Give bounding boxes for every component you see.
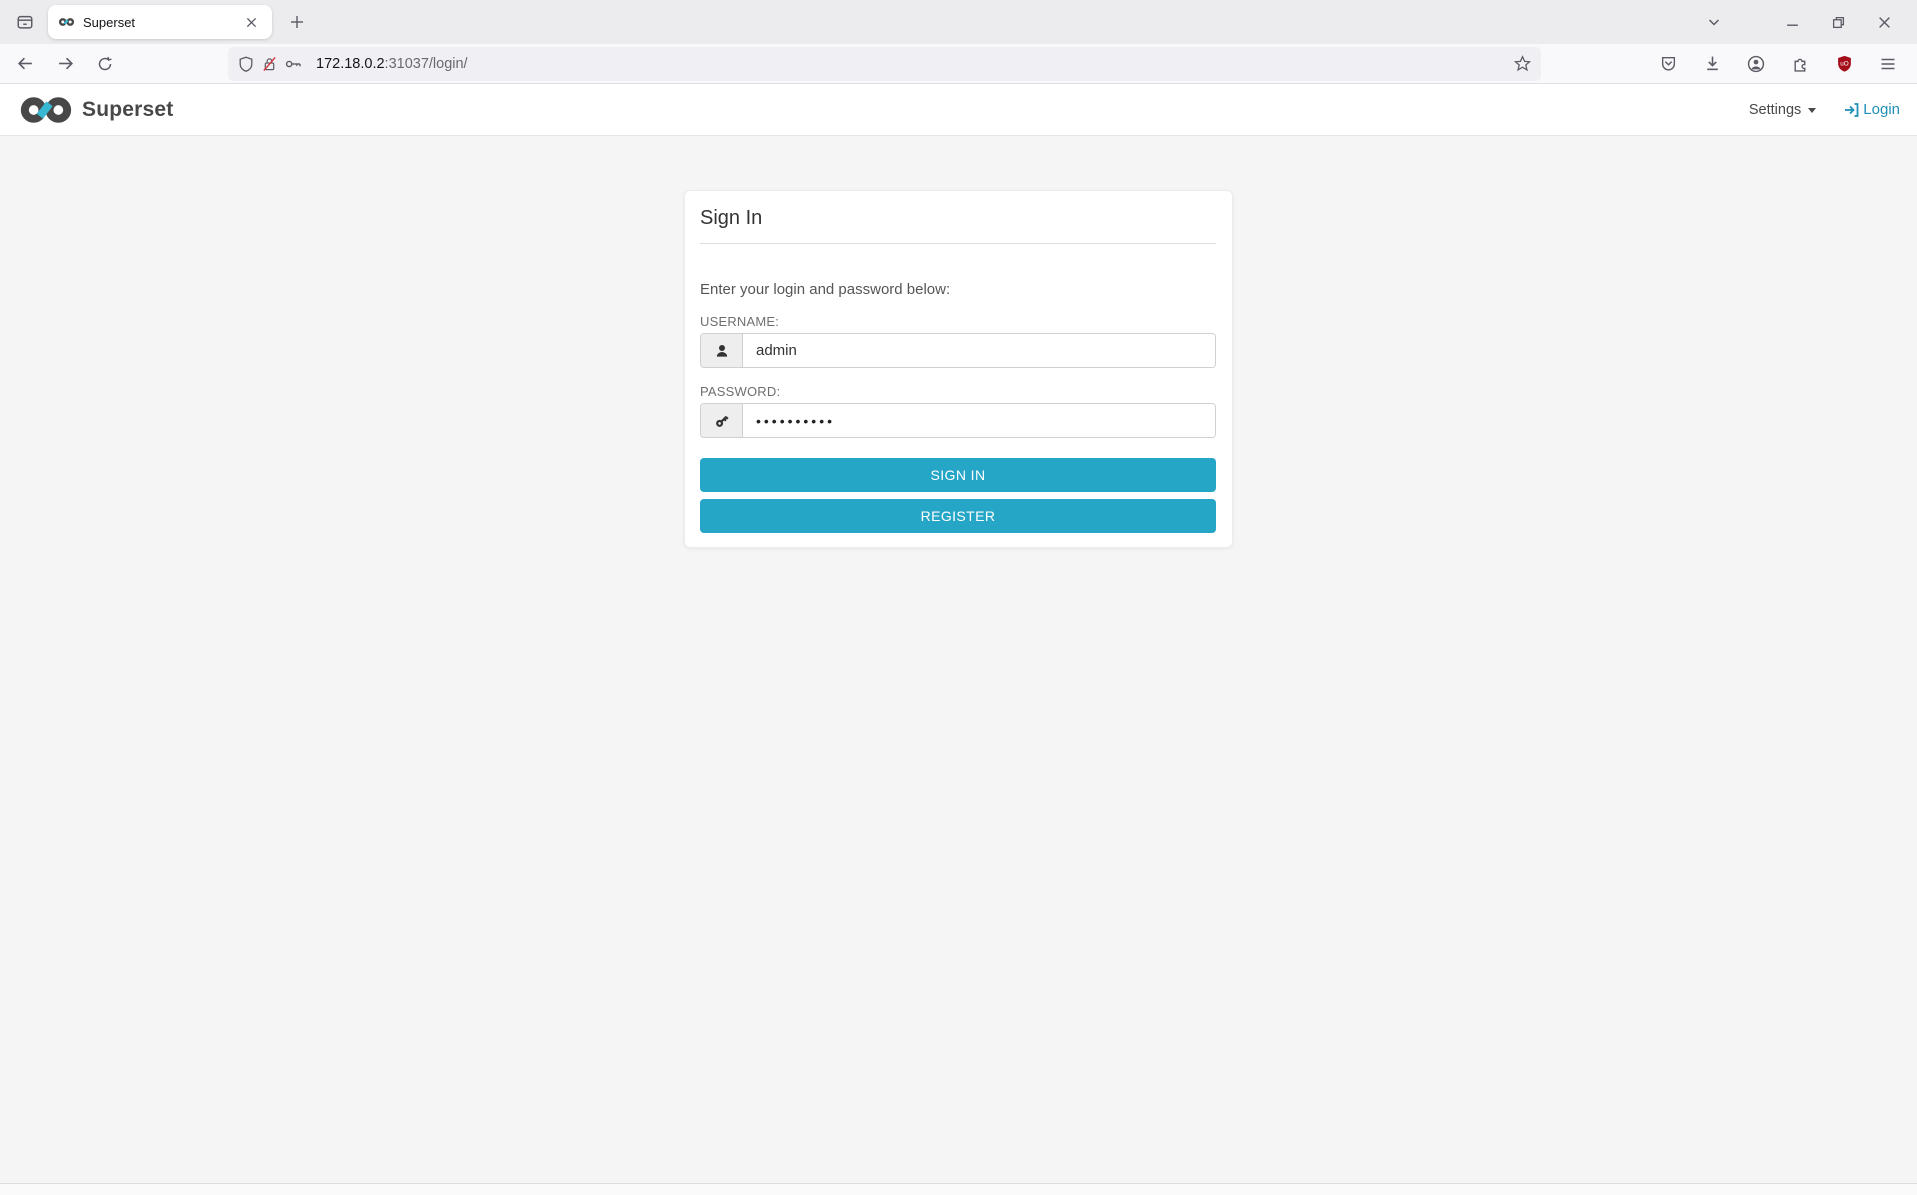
menu-hamburger-icon[interactable] xyxy=(1873,49,1903,79)
register-button[interactable]: REGISTER xyxy=(700,499,1216,533)
sign-in-arrow-icon xyxy=(1844,102,1861,118)
tracking-shield-icon[interactable] xyxy=(238,56,254,72)
new-tab-icon[interactable] xyxy=(282,7,312,37)
username-input[interactable] xyxy=(743,334,1215,367)
ublock-origin-icon[interactable]: uO xyxy=(1829,49,1859,79)
browser-tab-superset[interactable]: Superset xyxy=(48,5,272,39)
user-icon xyxy=(701,334,743,367)
window-restore-icon[interactable] xyxy=(1823,7,1853,37)
page-body: Sign In Enter your login and password be… xyxy=(0,136,1917,1195)
page-footer xyxy=(0,1183,1917,1195)
account-icon[interactable] xyxy=(1741,49,1771,79)
sign-in-button[interactable]: SIGN IN xyxy=(700,458,1216,492)
extensions-puzzle-icon[interactable] xyxy=(1785,49,1815,79)
key-icon xyxy=(701,404,743,437)
superset-infinity-icon xyxy=(17,95,75,125)
window-minimize-icon[interactable] xyxy=(1777,7,1807,37)
saved-password-key-icon[interactable] xyxy=(285,56,302,72)
chevron-down-icon xyxy=(1808,108,1816,113)
downloads-icon[interactable] xyxy=(1697,49,1727,79)
sign-in-instruction: Enter your login and password below: xyxy=(700,281,1216,298)
browser-window: Superset xyxy=(0,0,1917,1195)
brand-name: Superset xyxy=(82,98,173,122)
settings-menu[interactable]: Settings xyxy=(1749,102,1816,118)
url-text[interactable]: 172.18.0.2:31037/login/ xyxy=(316,56,1506,72)
url-path: :31037/login/ xyxy=(385,56,468,72)
browser-nav-toolbar: 172.18.0.2:31037/login/ xyxy=(0,44,1917,84)
password-input[interactable] xyxy=(743,404,1215,437)
username-input-group xyxy=(700,333,1216,368)
login-label: Login xyxy=(1863,101,1900,118)
url-bar[interactable]: 172.18.0.2:31037/login/ xyxy=(228,47,1541,81)
superset-logo[interactable]: Superset xyxy=(17,95,173,125)
settings-label: Settings xyxy=(1749,102,1801,118)
url-host: 172.18.0.2 xyxy=(316,56,385,72)
sign-in-title: Sign In xyxy=(700,207,1216,244)
bookmark-star-icon[interactable] xyxy=(1514,55,1531,72)
pocket-save-icon[interactable] xyxy=(1653,49,1683,79)
window-close-icon[interactable] xyxy=(1869,7,1899,37)
back-icon[interactable] xyxy=(10,49,40,79)
password-label: PASSWORD: xyxy=(700,384,1216,399)
ublock-label: uO xyxy=(1840,60,1849,67)
superset-favicon-icon xyxy=(58,17,75,27)
app-header: Superset Settings Login xyxy=(0,84,1917,136)
tab-title: Superset xyxy=(83,15,232,30)
forward-icon[interactable] xyxy=(50,49,80,79)
username-label: USERNAME: xyxy=(700,314,1216,329)
reload-icon[interactable] xyxy=(90,49,120,79)
insecure-lock-icon[interactable] xyxy=(262,56,277,72)
list-tabs-chevron-icon[interactable] xyxy=(1699,7,1729,37)
login-link[interactable]: Login xyxy=(1844,101,1900,118)
sign-in-card: Sign In Enter your login and password be… xyxy=(684,190,1233,548)
firefox-view-icon[interactable] xyxy=(10,7,40,37)
password-input-group xyxy=(700,403,1216,438)
tab-close-icon[interactable] xyxy=(240,11,262,33)
browser-tab-bar: Superset xyxy=(0,0,1917,44)
